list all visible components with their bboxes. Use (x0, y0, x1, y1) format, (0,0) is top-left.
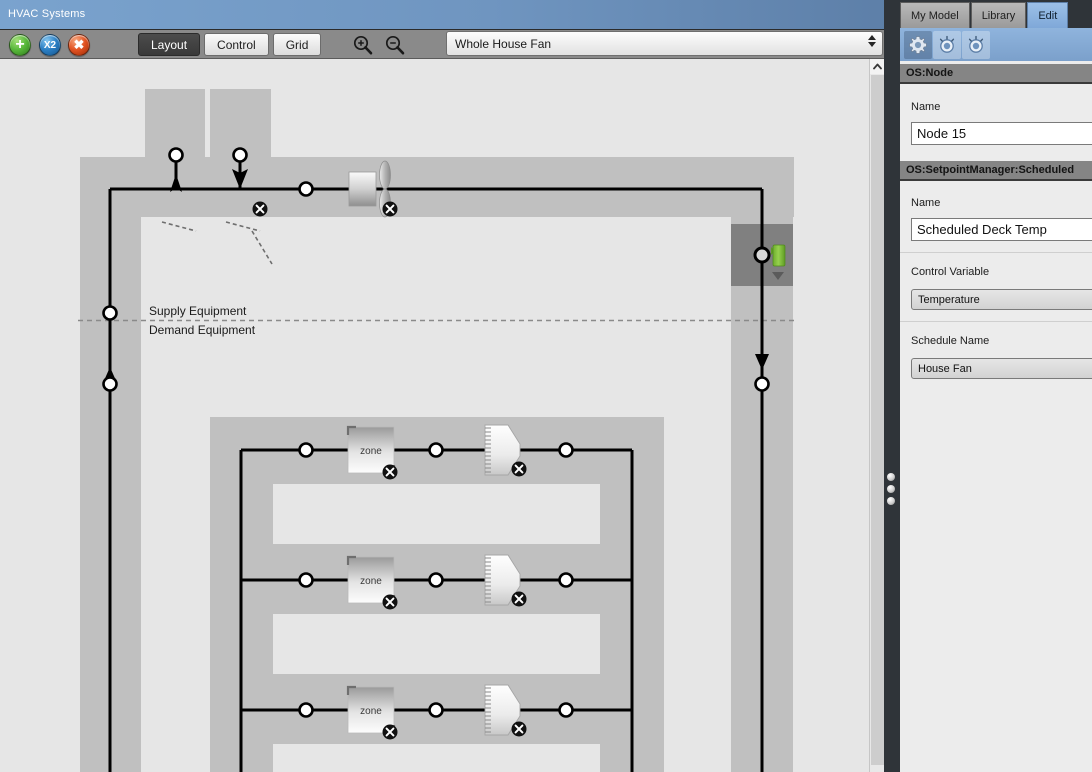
grip-dot (887, 473, 895, 481)
loop-node[interactable] (558, 442, 574, 458)
zone-label: zone (360, 576, 382, 587)
plus-icon: + (15, 36, 25, 53)
close-icon: ✖ (73, 37, 85, 52)
zone-drop-target[interactable] (273, 484, 600, 544)
view-mode-segmented-control: Layout Control Grid (138, 33, 322, 56)
loop-node[interactable] (558, 572, 574, 588)
setpoint-manager-name-input[interactable]: Scheduled Deck Temp (911, 218, 1092, 241)
field-label-node-name: Name (911, 101, 941, 113)
loop-node[interactable] (428, 572, 444, 588)
chevron-up-icon (873, 63, 882, 70)
remove-component-badge[interactable] (382, 724, 398, 740)
section-header-setpoint-manager: OS:SetpointManager:Scheduled (900, 161, 1092, 181)
remove-component-badge[interactable] (382, 464, 398, 480)
duplicate-component-button[interactable]: X2 (39, 34, 61, 56)
field-label-schedule-name: Schedule Name (911, 335, 990, 347)
loop-node[interactable] (298, 181, 314, 197)
delete-component-button[interactable]: ✖ (68, 34, 90, 56)
measure-knob-icon[interactable] (962, 30, 990, 59)
loop-node[interactable] (428, 442, 444, 458)
remove-component-badge[interactable] (511, 461, 527, 477)
field-label-spm-name: Name (911, 197, 941, 209)
zoom-controls (352, 34, 406, 56)
measure-knob-icon[interactable] (933, 30, 961, 59)
grip-dot (887, 497, 895, 505)
zoom-out-button[interactable] (384, 34, 406, 56)
loop-node[interactable] (428, 702, 444, 718)
zone-label: zone (360, 446, 382, 457)
remove-component-badge[interactable] (382, 201, 398, 217)
window-title: HVAC Systems (8, 8, 86, 20)
chevron-updown-icon (868, 35, 876, 47)
schedule-name-dropdown[interactable]: House Fan (911, 358, 1092, 379)
scroll-thumb[interactable] (871, 75, 884, 765)
add-component-button[interactable]: + (9, 34, 31, 56)
field-divider (900, 321, 1092, 322)
inspector-tabbar: My Model Library Edit (900, 0, 1092, 28)
zoom-in-button[interactable] (352, 34, 374, 56)
x2-icon: X2 (43, 39, 57, 51)
canvas-vertical-scrollbar[interactable] (869, 59, 885, 772)
remove-component-badge[interactable] (252, 201, 268, 217)
grip-dot (887, 485, 895, 493)
zone-drop-target[interactable] (273, 614, 600, 674)
demand-equipment-label: Demand Equipment (149, 323, 256, 337)
loop-node[interactable] (298, 702, 314, 718)
panel-splitter[interactable] (884, 0, 900, 772)
inspector-icon-toolbar (900, 28, 1092, 61)
supply-equipment-label: Supply Equipment (149, 304, 247, 318)
loop-node[interactable] (102, 376, 118, 392)
tab-grid[interactable]: Grid (272, 33, 322, 56)
remove-component-badge[interactable] (511, 721, 527, 737)
tab-my-model[interactable]: My Model (900, 2, 970, 28)
hvac-loop-canvas[interactable]: zone zone zone Supply Equipment Demand E… (0, 59, 869, 772)
zone-drop-target[interactable] (273, 744, 600, 772)
loop-node[interactable] (298, 572, 314, 588)
field-divider (900, 252, 1092, 253)
window-titlebar: HVAC Systems (0, 0, 892, 30)
gear-icon[interactable] (904, 30, 932, 59)
inspector-panel: My Model Library Edit OS:Node Name Node … (900, 0, 1092, 772)
loop-selector-dropdown[interactable]: Whole House Fan (446, 31, 883, 56)
remove-component-badge[interactable] (382, 594, 398, 610)
tab-control[interactable]: Control (204, 33, 269, 56)
selected-node[interactable] (753, 246, 771, 264)
node-name-input[interactable]: Node 15 (911, 122, 1092, 145)
loop-selector-value: Whole House Fan (455, 37, 552, 51)
tab-layout[interactable]: Layout (138, 33, 201, 56)
loop-node[interactable] (754, 376, 770, 392)
loop-node[interactable] (102, 305, 118, 321)
loop-node[interactable] (558, 702, 574, 718)
tab-edit[interactable]: Edit (1027, 2, 1069, 28)
field-label-control-variable: Control Variable (911, 266, 990, 278)
section-header-os-node: OS:Node (900, 64, 1092, 84)
tab-library[interactable]: Library (970, 2, 1027, 28)
zone-label: zone (360, 706, 382, 717)
control-variable-dropdown[interactable]: Temperature (911, 289, 1092, 310)
splitter-grip[interactable] (887, 473, 895, 505)
remove-component-badge[interactable] (511, 591, 527, 607)
scroll-up-button[interactable] (870, 59, 885, 74)
loop-node[interactable] (298, 442, 314, 458)
